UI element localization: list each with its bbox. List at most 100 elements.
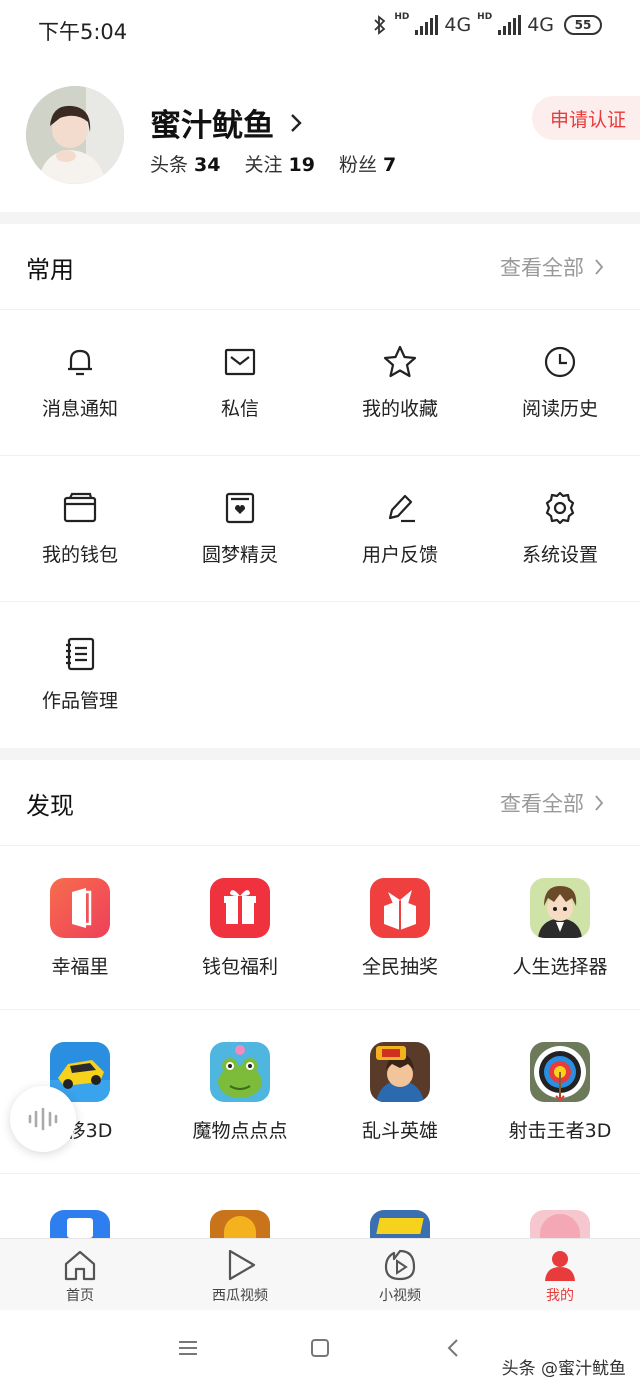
app-label: 魔物点点点 — [192, 1120, 288, 1142]
bluetooth-icon — [374, 15, 386, 35]
app-brawl-heroes[interactable]: 乱斗英雄 — [320, 1010, 480, 1174]
discover-row-1: 幸福里 钱包福利 全民抽奖 人生选择器 — [0, 846, 640, 1010]
common-item-label: 圆梦精灵 — [201, 544, 278, 566]
signal-icon-2 — [498, 15, 522, 35]
wallet-icon — [63, 492, 97, 523]
stat-following-value: 19 — [288, 154, 315, 176]
gift-app-icon — [210, 878, 270, 938]
app-label: 钱包福利 — [201, 956, 278, 978]
common-section-header: 常用 查看全部 — [0, 224, 640, 310]
pen-icon — [388, 494, 415, 523]
common-item-label: 私信 — [220, 398, 259, 420]
common-item-wallet[interactable]: 我的钱包 — [0, 456, 160, 602]
common-item-label: 阅读历史 — [521, 398, 598, 420]
hd-badge-2: HD — [477, 12, 493, 22]
menu-icon[interactable] — [176, 1336, 200, 1360]
home-square-icon[interactable] — [308, 1336, 332, 1360]
frog-monster-app-icon — [210, 1042, 270, 1102]
common-item-messages[interactable]: 私信 — [160, 310, 320, 456]
common-item-works[interactable]: 作品管理 — [0, 602, 160, 748]
app-monster-tap[interactable]: 魔物点点点 — [160, 1010, 320, 1174]
app-label: 射击王者3D — [508, 1120, 612, 1142]
back-icon[interactable] — [442, 1336, 466, 1360]
watermark-text: 头条 @蜜汁鱿鱼 — [501, 1359, 626, 1379]
app-wallet-welfare[interactable]: 钱包福利 — [160, 846, 320, 1010]
chevron-right-icon — [291, 113, 302, 132]
network-label-2: 4G — [527, 14, 554, 36]
common-item-label: 用户反馈 — [361, 544, 438, 566]
discover-row-3-partial — [0, 1208, 640, 1238]
avatar[interactable] — [26, 86, 124, 184]
tab-mine[interactable]: 我的 — [480, 1239, 640, 1311]
tab-label: 小视频 — [379, 1288, 421, 1304]
app-xingfuli[interactable]: 幸福里 — [0, 846, 160, 1010]
tab-xigua-video[interactable]: 西瓜视频 — [160, 1239, 320, 1311]
common-view-all-link[interactable]: 查看全部 — [500, 252, 604, 282]
section-divider — [0, 212, 640, 224]
status-bar: 下午5:04 HD 4G HD 4G 55 — [0, 0, 640, 60]
stat-followers-label: 粉丝 — [338, 154, 377, 176]
stat-followers[interactable]: 粉丝 7 — [339, 150, 396, 177]
app-label: 全民抽奖 — [361, 956, 438, 978]
common-item-settings[interactable]: 系统设置 — [480, 456, 640, 602]
stat-followers-value: 7 — [382, 154, 397, 176]
app-tile-partial-1[interactable] — [50, 1210, 110, 1238]
person-icon — [545, 1251, 575, 1281]
heart-box-icon — [225, 492, 255, 524]
common-item-label: 我的收藏 — [361, 398, 438, 420]
signal-icon — [415, 15, 439, 35]
common-item-history[interactable]: 阅读历史 — [480, 310, 640, 456]
common-item-notifications[interactable]: 消息通知 — [0, 310, 160, 456]
bell-icon — [68, 349, 92, 376]
anime-boy-app-icon — [530, 878, 590, 938]
tab-label: 我的 — [546, 1288, 574, 1304]
avatar-image — [26, 86, 124, 184]
box-app-icon — [370, 878, 430, 938]
tab-short-video[interactable]: 小视频 — [320, 1239, 480, 1311]
bottom-tab-bar: 首页 西瓜视频 小视频 我的 — [0, 1238, 640, 1310]
discover-section-header: 发现 查看全部 — [0, 760, 640, 846]
app-shooting-king-3d[interactable]: 射击王者3D — [480, 1010, 640, 1174]
stat-following-label: 关注 — [244, 154, 283, 176]
app-tile-partial-4[interactable] — [530, 1210, 590, 1238]
common-row-2: 我的钱包 圆梦精灵 用户反馈 系统设置 — [0, 456, 640, 602]
app-lottery[interactable]: 全民抽奖 — [320, 846, 480, 1010]
stat-following[interactable]: 关注 19 — [244, 150, 314, 177]
username[interactable]: 蜜汁鱿鱼 — [150, 100, 304, 145]
common-item-label: 我的钱包 — [41, 544, 118, 566]
app-life-chooser[interactable]: 人生选择器 — [480, 846, 640, 1010]
discover-view-all-link[interactable]: 查看全部 — [500, 788, 604, 818]
section-divider — [0, 748, 640, 760]
apply-verification-button[interactable]: 申请认证 — [531, 96, 640, 140]
common-view-all-label: 查看全部 — [500, 256, 584, 280]
gear-icon — [545, 491, 575, 525]
tab-label: 西瓜视频 — [212, 1288, 268, 1304]
stat-posts-label: 头条 — [150, 154, 189, 176]
discover-row-2: 漂移3D 魔物点点点 乱斗英雄 射击王者3D — [0, 1010, 640, 1174]
app-tile-partial-2[interactable] — [210, 1210, 270, 1238]
common-item-feedback[interactable]: 用户反馈 — [320, 456, 480, 602]
tab-home[interactable]: 首页 — [0, 1239, 160, 1311]
home-icon — [64, 1250, 96, 1281]
discover-section-title: 发现 — [26, 792, 74, 820]
common-item-label: 消息通知 — [41, 398, 118, 420]
stat-posts[interactable]: 头条 34 — [150, 150, 220, 177]
battery-icon: 55 — [564, 15, 602, 35]
common-item-dream-genie[interactable]: 圆梦精灵 — [160, 456, 320, 602]
app-label: 乱斗英雄 — [361, 1120, 438, 1142]
network-label: 4G — [444, 14, 472, 36]
hd-badge: HD — [394, 12, 410, 22]
common-row-3: 作品管理 — [0, 602, 640, 748]
common-item-label: 系统设置 — [521, 544, 598, 566]
star-icon — [383, 345, 417, 378]
app-tile-partial-3[interactable] — [370, 1210, 430, 1238]
voice-assistant-button[interactable] — [10, 1086, 76, 1152]
status-time: 下午5:04 — [38, 20, 128, 44]
tab-label: 首页 — [66, 1288, 94, 1304]
profile-stats: 头条 34 关注 19 粉丝 7 — [150, 150, 396, 177]
app-label: 人生选择器 — [512, 956, 608, 978]
username-text: 蜜汁鱿鱼 — [150, 108, 274, 144]
short-video-icon — [384, 1249, 416, 1281]
stat-posts-value: 34 — [194, 154, 221, 176]
common-item-favorites[interactable]: 我的收藏 — [320, 310, 480, 456]
